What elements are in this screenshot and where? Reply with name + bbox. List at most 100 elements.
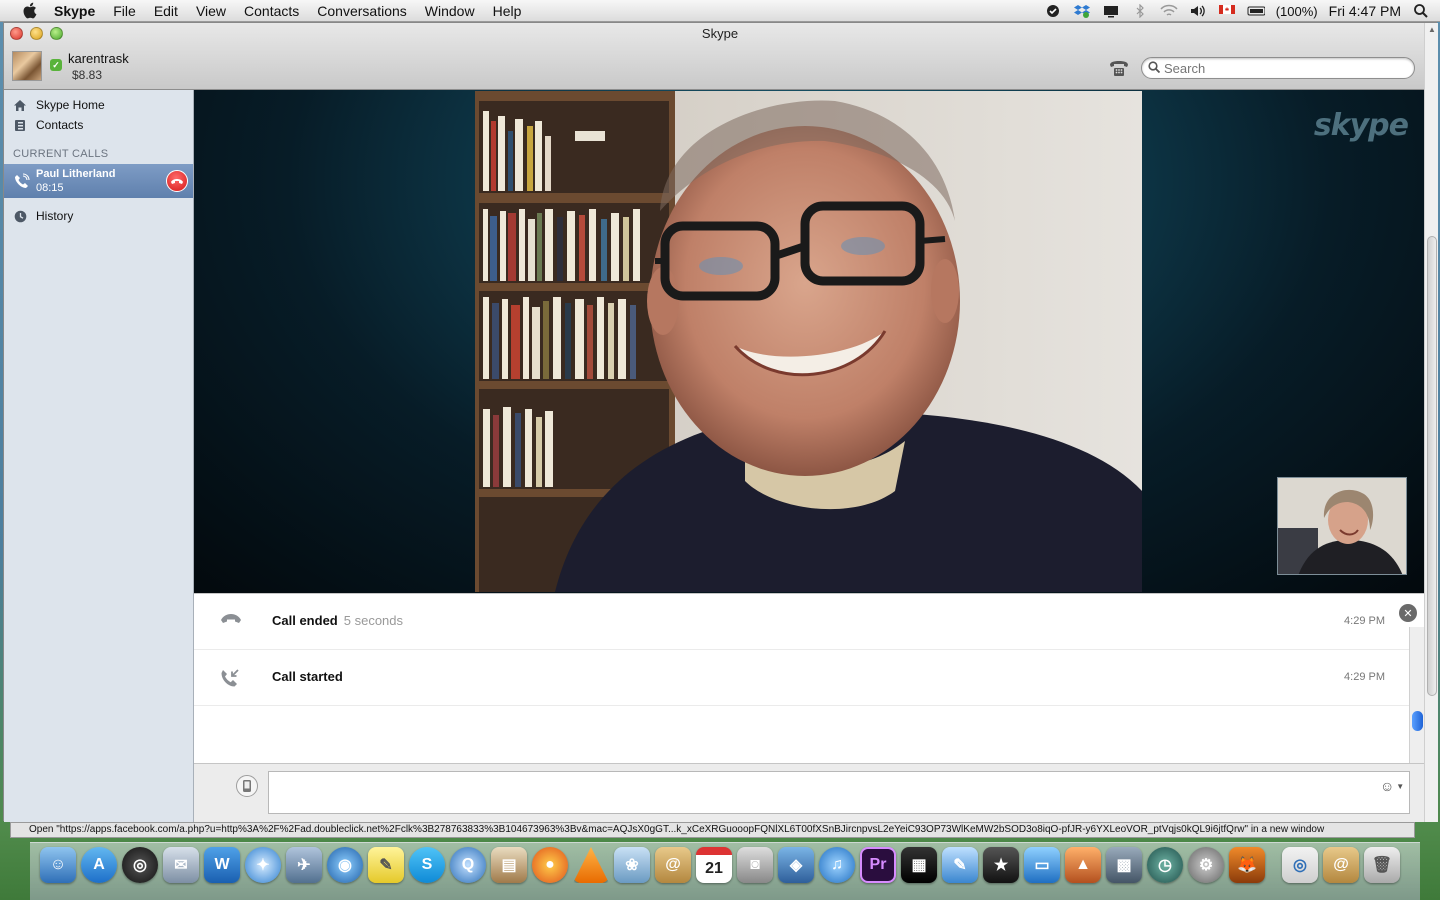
menu-view[interactable]: View [187,3,235,19]
wifi-icon[interactable] [1160,3,1178,19]
ifileeye-icon[interactable]: ◈ [778,847,814,883]
menu-conversations[interactable]: Conversations [308,3,416,19]
word-icon[interactable]: W [204,847,240,883]
vlc-icon[interactable] [573,847,609,883]
system-prefs-icon[interactable]: ⚙ [1188,847,1224,883]
menu-app-skype[interactable]: Skype [54,3,104,19]
menu-file[interactable]: File [104,3,145,19]
fox-icon[interactable]: 🦊 [1229,847,1265,883]
battery-percent: (100%) [1275,3,1318,19]
menu-window[interactable]: Window [416,3,484,19]
clapper-icon[interactable]: ▦ [901,847,937,883]
current-call-duration: 08:15 [36,182,64,194]
sidebar-item-label: Contacts [36,118,84,132]
home-icon [13,98,27,112]
close-icon: ✕ [1403,607,1413,620]
app-icon[interactable]: ✎ [942,847,978,883]
activity-time: 4:29 PM [1344,671,1385,683]
address-book-icon[interactable]: @ [655,847,691,883]
clock-icon [13,209,27,223]
menu-help[interactable]: Help [484,3,531,19]
image-capture-icon[interactable]: ◙ [737,847,773,883]
premiere-icon[interactable]: Pr [860,847,896,883]
emoticon-button[interactable]: ☺ ▼ [1380,778,1406,794]
sidebar-item-history[interactable]: History [13,207,73,225]
bluetooth-icon[interactable] [1131,3,1149,19]
canada-flag-icon[interactable] [1218,3,1236,19]
firefox-icon[interactable]: ● [532,847,568,883]
phone-hangup-icon [220,612,242,632]
menu-edit[interactable]: Edit [145,3,187,19]
dashboard-icon[interactable]: ◎ [122,847,158,883]
dial-phone-icon[interactable] [1108,57,1130,79]
message-input[interactable] [268,771,1410,814]
scrollbar-thumb[interactable] [1427,236,1437,696]
documents-icon[interactable]: @ [1323,847,1359,883]
skype-logo-watermark: skype [1313,108,1409,143]
self-video-preview[interactable] [1277,477,1407,575]
menu-clock[interactable]: Fri 4:47 PM [1329,3,1401,19]
sms-mode-button[interactable] [236,775,258,797]
volume-icon[interactable] [1189,3,1207,19]
app-store-icon[interactable]: A [81,847,117,883]
activity-time: 4:29 PM [1344,615,1385,627]
sidebar-item-label: History [36,209,74,223]
menu-contacts[interactable]: Contacts [235,3,308,19]
search-field[interactable] [1141,57,1415,79]
profile-area[interactable]: ✓ karentrask $8.83 [12,51,129,82]
online-status-icon[interactable]: ✓ [50,59,62,71]
skype-icon[interactable]: S [409,847,445,883]
current-calls-header: CURRENT CALLS [13,148,109,160]
self-participant-video [1278,478,1406,574]
apple-menu-icon[interactable] [18,0,40,22]
sidebar-item-contacts[interactable]: Contacts [13,116,83,134]
scroll-up-icon[interactable]: ▲ [1428,25,1436,34]
close-activity-button[interactable]: ✕ [1399,604,1417,622]
hang-up-button[interactable] [166,170,188,192]
keynote-icon[interactable]: ▭ [1024,847,1060,883]
mail-icon[interactable]: ✉ [163,847,199,883]
profile-username[interactable]: karentrask [68,51,129,66]
preview-icon[interactable]: ▤ [491,847,527,883]
imovie-icon[interactable]: ★ [983,847,1019,883]
google-earth-icon[interactable]: ◉ [327,847,363,883]
finder-icon[interactable]: ☺ [40,847,76,883]
sidebar-item-skype-home[interactable]: Skype Home [13,96,105,114]
itunes-icon[interactable]: ♫ [819,847,855,883]
avatar[interactable] [12,51,42,81]
photo-icon[interactable]: ▲ [1065,847,1101,883]
skype-window: Skype ✓ karentrask $8.83 Skype Home [3,22,1438,822]
safari-icon[interactable]: ✦ [245,847,281,883]
shield-status-icon[interactable] [1044,3,1062,19]
list-item: Call started 4:29 PM [194,650,1409,706]
call-activity-list: Call ended 5 seconds 4:29 PM Call started… [194,593,1424,764]
trash-icon[interactable]: 🗑 [1364,847,1400,883]
search-input[interactable] [1164,60,1404,76]
dropbox-icon[interactable] [1073,3,1091,19]
ical-icon[interactable]: 21 [696,847,732,883]
search-icon [1148,60,1161,76]
active-call-icon [14,173,30,189]
display-icon[interactable] [1102,3,1120,19]
video-call-area[interactable]: skype [194,90,1424,593]
activity-scrollbar[interactable] [1409,627,1424,764]
battery-icon[interactable] [1247,3,1265,19]
smiley-icon: ☺ [1380,778,1395,794]
stickies-icon[interactable]: ✎ [368,847,404,883]
time-machine-icon[interactable]: ◷ [1147,847,1183,883]
xcode-icon[interactable]: ✈ [286,847,322,883]
message-composer: ☺ ▼ [194,763,1424,822]
quicktime-icon[interactable]: Q [450,847,486,883]
spaces-icon[interactable]: ▩ [1106,847,1142,883]
activity-label: Call ended [272,613,338,628]
scrollbar-thumb[interactable] [1412,711,1423,731]
incoming-call-icon [220,668,242,688]
spotlight-search-icon[interactable] [1412,3,1430,19]
skype-credit[interactable]: $8.83 [72,68,129,82]
safari-doc-icon[interactable]: ◎ [1282,847,1318,883]
activity-duration: 5 seconds [343,613,404,628]
window-scrollbar[interactable]: ▲ [1424,23,1438,822]
iphoto-icon[interactable]: ❀ [614,847,650,883]
sidebar-item-current-call[interactable]: Paul Litherland 08:15 [4,164,193,198]
current-call-contact-name: Paul Litherland [36,168,116,180]
